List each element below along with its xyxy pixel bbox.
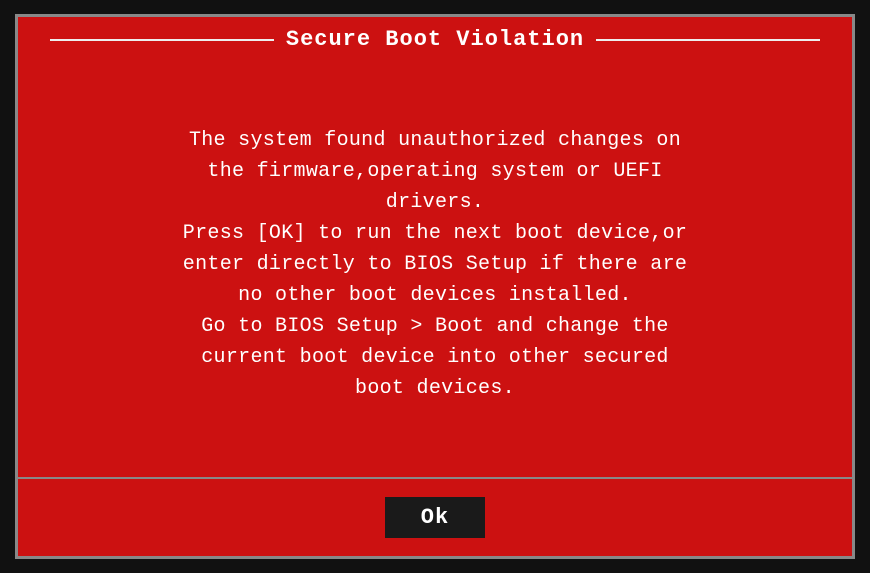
message-line2: the firmware,operating system or UEFI	[207, 160, 662, 183]
title-bar: Secure Boot Violation	[18, 17, 852, 62]
bios-dialog: Secure Boot Violation The system found u…	[15, 14, 855, 559]
message-line5: enter directly to BIOS Setup if there ar…	[183, 253, 687, 276]
message-line7: Go to BIOS Setup > Boot and change the	[201, 315, 668, 338]
message-line1: The system found unauthorized changes on	[189, 129, 681, 152]
message-text: The system found unauthorized changes on…	[183, 125, 687, 404]
message-line6: no other boot devices installed.	[238, 284, 632, 307]
dialog-title: Secure Boot Violation	[286, 27, 584, 52]
message-line9: boot devices.	[355, 377, 515, 400]
ok-button[interactable]: Ok	[385, 497, 485, 538]
message-line3: drivers.	[386, 191, 484, 214]
button-area: Ok	[18, 479, 852, 556]
message-line4: Press [OK] to run the next boot device,o…	[183, 222, 687, 245]
message-line8: current boot device into other secured	[201, 346, 668, 369]
content-area: The system found unauthorized changes on…	[18, 62, 852, 477]
